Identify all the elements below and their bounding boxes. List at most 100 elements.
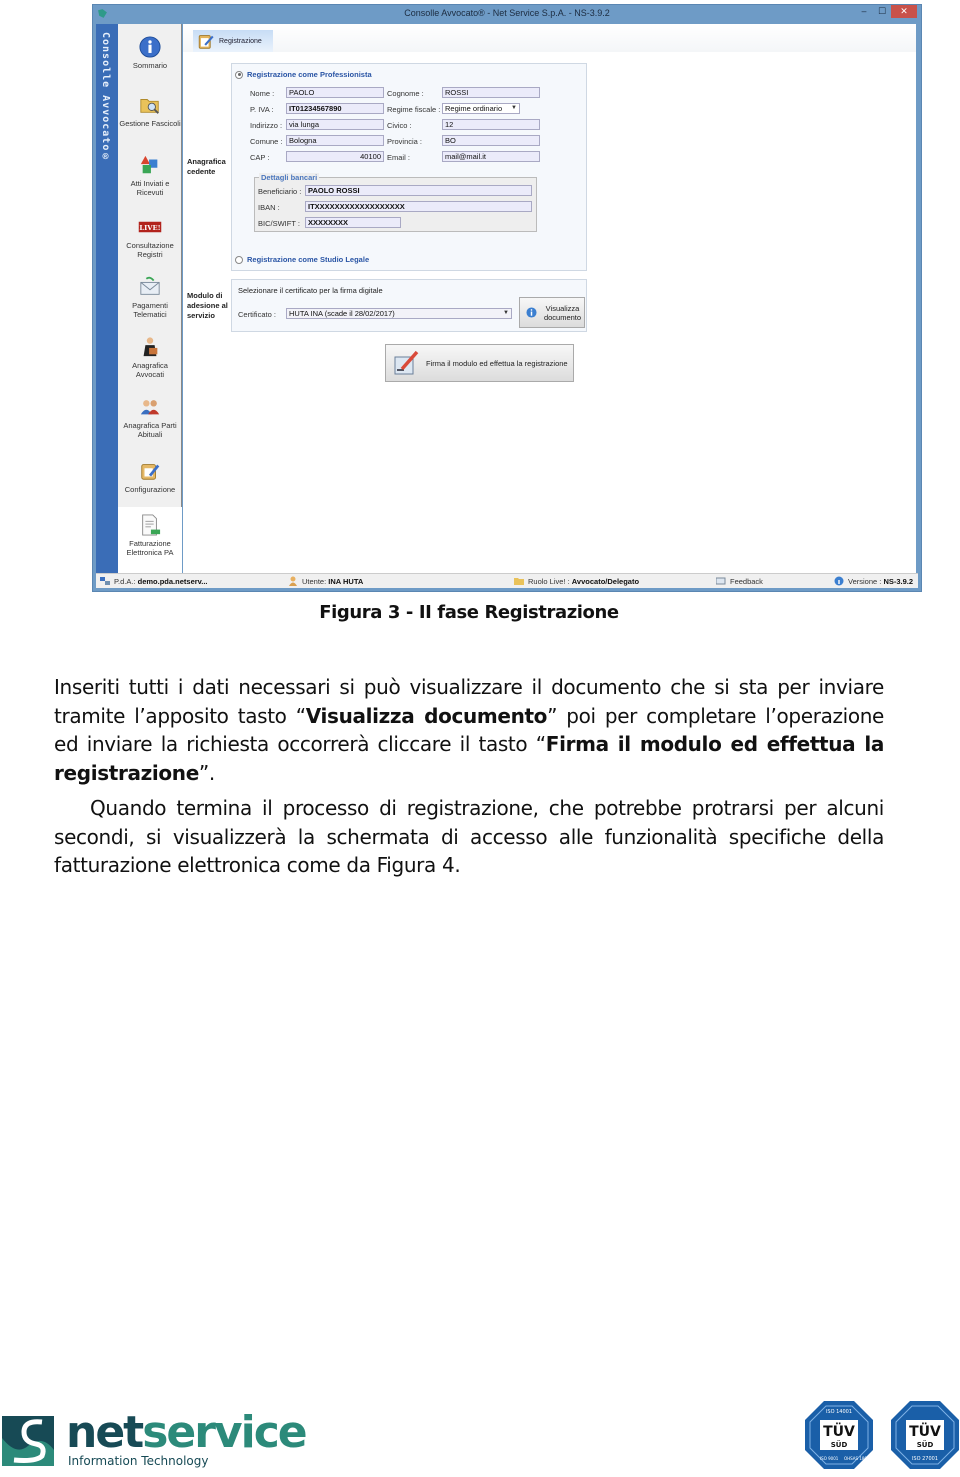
paragraph-2: Quando termina il processo di registrazi…	[54, 796, 884, 877]
sidebar-item-anagrafica-avvocati[interactable]: Anagrafica Avvocati	[118, 336, 182, 379]
beneficiario-field[interactable]: PAOLO ROSSI	[305, 185, 532, 196]
bank-details-group: Dettagli bancari Beneficiario : PAOLO RO…	[254, 173, 537, 232]
envelope-icon	[140, 276, 160, 295]
logo-net: net	[66, 1407, 144, 1458]
button-label: Firma il modulo ed effettua la registraz…	[426, 358, 568, 368]
netservice-mark-icon	[2, 1416, 54, 1466]
nome-field[interactable]: PAOLO	[286, 87, 384, 98]
tuv-text: TÜV	[823, 1422, 855, 1440]
radio-studio-legale[interactable]: Registrazione come Studio Legale	[235, 255, 369, 264]
logo-wordmark: netservice	[66, 1407, 308, 1458]
iban-field[interactable]: ITXXXXXXXXXXXXXXXXXX	[305, 201, 532, 212]
version-value: NS-3.9.2	[883, 576, 914, 586]
label-indirizzo: Indirizzo :	[250, 121, 283, 130]
sidebar-item-atti[interactable]: Atti Inviati e Ricevuti	[118, 154, 182, 197]
minimize-button[interactable]: ‒	[855, 5, 873, 18]
firma-registrazione-button[interactable]: Firma il modulo ed effettua la registraz…	[385, 344, 574, 382]
sidebar-item-fatturazione[interactable]: Fatturazione Elettronica PA	[118, 507, 182, 574]
visualizza-documento-button[interactable]: Visualizza documento	[519, 297, 585, 328]
label-email: Email :	[387, 153, 410, 162]
folder-icon	[514, 578, 524, 585]
sidebar-item-parti-abituali[interactable]: Anagrafica Parti Abituali	[118, 396, 182, 439]
label-bic: BIC/SWIFT :	[258, 219, 300, 228]
status-user: Utente: INA HUTA	[288, 576, 363, 586]
certificate-heading: Selezionare il certificato per la firma …	[238, 286, 383, 295]
radio-button[interactable]	[235, 255, 243, 264]
radio-label: Registrazione come Professionista	[247, 70, 372, 79]
cert-label: ISO 14001	[826, 1409, 852, 1415]
tuv-text: TÜV	[909, 1422, 941, 1440]
regime-select[interactable]: Regime ordinario ▼	[442, 103, 520, 114]
bank-details-title: Dettagli bancari	[259, 173, 320, 182]
comune-field[interactable]: Bologna	[286, 135, 384, 146]
feedback-link[interactable]: Feedback	[716, 576, 763, 586]
regime-value: Regime ordinario	[445, 104, 503, 113]
tuv-sub: SÜD	[831, 1440, 848, 1449]
email-field[interactable]: mail@mail.it	[442, 151, 540, 162]
app-window: Consolle Avvocato® - Net Service S.p.A. …	[92, 4, 922, 592]
sidebar-item-gestione-fascicoli[interactable]: Gestione Fascicoli	[118, 94, 182, 128]
shapes-icon	[140, 155, 158, 174]
label-regime: Regime fiscale :	[387, 105, 441, 114]
logo-service: service	[142, 1407, 307, 1458]
sidebar-item-pagamenti[interactable]: Pagamenti Telematici	[118, 276, 182, 319]
tuv-badge-icon: TÜV SÜD ISO 14001 ISO 9001 OHSAS 18001	[805, 1401, 873, 1469]
maximize-button[interactable]: ☐	[873, 5, 891, 18]
svg-text:LIVE!: LIVE!	[139, 224, 160, 232]
status-bar: P.d.A.: demo.pda.netserv... Utente: INA …	[96, 573, 918, 588]
tuv-sub: SÜD	[917, 1440, 934, 1449]
main-content: Registrazione Anagrafica cedente Modulo …	[183, 24, 916, 574]
cert-label: OHSAS 18001	[844, 1456, 872, 1461]
civico-field[interactable]: 12	[442, 119, 540, 130]
user-label: Utente:	[302, 576, 327, 586]
logo-tagline: Information Technology	[68, 1454, 209, 1468]
bic-field[interactable]: XXXXXXXX	[305, 217, 401, 228]
cognome-field[interactable]: ROSSI	[442, 87, 540, 98]
cap-field[interactable]: 40100	[286, 151, 384, 162]
radio-button-selected[interactable]	[235, 70, 243, 79]
section-modulo-adesione: Modulo di adesione al servizio	[187, 291, 228, 320]
paragraph-1: Inseriti tutti i dati necessari si può v…	[54, 673, 884, 787]
section-anagrafica-cedente: Anagrafica cedente	[187, 157, 226, 176]
user-value: INA HUTA	[328, 576, 364, 586]
feedback-icon	[716, 577, 726, 585]
label-iban: IBAN :	[258, 203, 280, 212]
status-role: Ruolo Live! : Avvocato/Delegato	[514, 576, 639, 586]
role-label: Ruolo Live! :	[528, 576, 570, 586]
sidebar-label: Anagrafica Avvocati	[132, 361, 168, 379]
tuv-badge-icon: TÜV SÜD ISO 27001	[891, 1401, 959, 1469]
config-icon	[141, 464, 160, 480]
close-button[interactable]: ✕	[891, 5, 917, 18]
indirizzo-field[interactable]: via lunga	[286, 119, 384, 130]
role-value: Avvocato/Delegato	[571, 576, 640, 586]
provincia-field[interactable]: BO	[442, 135, 540, 146]
label-beneficiario: Beneficiario :	[258, 187, 302, 196]
window-title: Consolle Avvocato® - Net Service S.p.A. …	[404, 8, 610, 18]
registration-panel: Registrazione come Professionista Nome :…	[231, 63, 587, 271]
sidebar-item-configurazione[interactable]: Configurazione	[118, 460, 182, 494]
certificate-select[interactable]: HUTA INA (scade il 28/02/2017) ▼	[286, 308, 512, 319]
piva-field[interactable]: IT01234567890	[286, 103, 384, 114]
label-cap: CAP :	[250, 153, 270, 162]
label-comune: Comune :	[250, 137, 283, 146]
sidebar-label: Fatturazione Elettronica PA	[126, 539, 174, 557]
folder-search-icon	[140, 99, 159, 114]
sidebar-label: Consultazione Registri	[126, 241, 174, 259]
label-provincia: Provincia :	[387, 137, 423, 146]
status-pda: P.d.A.: demo.pda.netserv...	[100, 576, 208, 586]
bold-term-visualizza: Visualizza documento	[305, 703, 548, 728]
label-nome: Nome :	[250, 89, 275, 98]
sidebar-label: Atti Inviati e Ricevuti	[130, 179, 170, 197]
tab-registrazione[interactable]: Registrazione	[193, 30, 273, 52]
sidebar-item-sommario[interactable]: Sommario	[118, 36, 182, 70]
info-icon	[834, 576, 844, 586]
radio-label: Registrazione come Studio Legale	[247, 255, 370, 264]
lawyer-icon	[143, 337, 158, 357]
info-icon	[139, 36, 161, 58]
sidebar-item-consultazione[interactable]: LIVE! Consultazione Registri	[118, 216, 182, 259]
radio-professionista[interactable]: Registrazione come Professionista	[235, 70, 372, 79]
vertical-brand-bar: Consolle Avvocato®	[96, 24, 118, 574]
chevron-down-icon: ▼	[511, 105, 517, 111]
pda-value: demo.pda.netserv...	[137, 576, 208, 586]
live-badge-icon: LIVE!	[138, 221, 162, 233]
